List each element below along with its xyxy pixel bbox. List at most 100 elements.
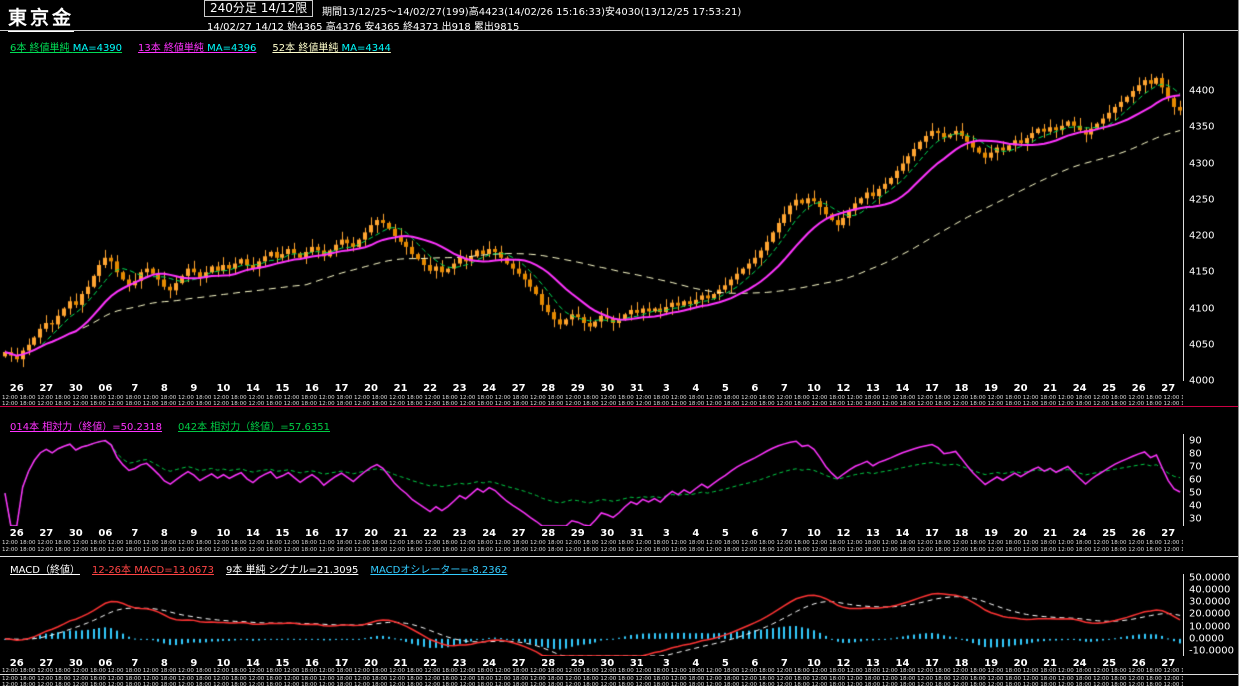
- legend-value: MA=4390: [72, 43, 123, 54]
- x-axis-day-label: 27: [511, 383, 526, 394]
- x-axis-day-label: 5: [721, 528, 729, 539]
- x-axis-day-label: 22: [423, 383, 438, 394]
- x-axis-day-label: 31: [629, 383, 644, 394]
- x-axis-day-label: 26: [9, 383, 24, 394]
- y-axis-label: 90: [1189, 435, 1202, 447]
- x-axis-day-label: 28: [541, 383, 556, 394]
- y-axis-label: 4250: [1189, 194, 1215, 206]
- x-axis-day-label: 12: [836, 383, 851, 394]
- x-axis-day-label: 28: [541, 528, 556, 539]
- period-high-low-info: 期間13/12/25～14/02/27(199)高4423(14/02/26 1…: [322, 7, 742, 18]
- y-axis-label: 10.0000: [1189, 621, 1231, 633]
- x-axis-day-label: 21: [1043, 383, 1058, 394]
- x-axis-day-label: 14: [245, 528, 260, 539]
- x-axis-day-label: 8: [160, 528, 168, 539]
- x-axis-day-label: 13: [866, 528, 880, 539]
- x-axis-day-label: 19: [984, 383, 999, 394]
- candlestick-chart-canvas[interactable]: [2, 33, 1183, 381]
- y-axis-label: 4200: [1189, 230, 1215, 242]
- y-axis-label: 50: [1189, 487, 1202, 499]
- x-axis-day-label: 22: [423, 528, 438, 539]
- x-axis-day-label: 23: [452, 528, 467, 539]
- rsi-panel: 014本 相対力（終値）=50.2318 042本 相対力（終値）=57.6351…: [0, 410, 1238, 558]
- x-axis-day-label: 06: [98, 528, 113, 539]
- x-axis-day-label: 13: [866, 383, 880, 394]
- legend-item: 6本 終値単純 MA=4390: [10, 43, 123, 54]
- x-axis-day-label: 18: [954, 528, 969, 539]
- ma-legend: 6本 終値単純 MA=4390 13本 終値単純 MA=4396 52本 終値単純 …: [10, 39, 391, 54]
- y-axis-label: 4400: [1189, 85, 1215, 97]
- x-axis-day-label: 10: [216, 528, 231, 539]
- y-axis-label: 60: [1189, 474, 1202, 486]
- y-axis-label: 30: [1189, 513, 1202, 525]
- x-axis-days: 26 27 30 06 7 8 9 10 14 15 16 17 20 21 22 23 24 27 28 29 30 3…: [2, 383, 1183, 394]
- x-axis-day-label: 21: [393, 383, 408, 394]
- x-axis-day-label: 27: [1161, 383, 1176, 394]
- x-axis-day-label: 17: [334, 528, 349, 539]
- legend-item: MACDオシレーター=-8.2362: [370, 565, 508, 576]
- panel-separator-red: [0, 406, 1238, 407]
- x-axis-day-label: 27: [511, 528, 526, 539]
- y-axis-label: 4050: [1189, 339, 1215, 351]
- y-axis-label: -10.0000: [1189, 645, 1234, 657]
- x-axis-day-label: 27: [39, 383, 54, 394]
- x-axis-day-label: 9: [190, 383, 198, 394]
- panel-separator: [0, 556, 1238, 557]
- x-axis-day-label: 20: [1013, 528, 1028, 539]
- legend-item: MACD（終値）: [10, 565, 80, 576]
- x-axis-day-label: 18: [954, 383, 969, 394]
- x-axis-day-label: 9: [190, 528, 198, 539]
- x-axis-day-label: 29: [570, 528, 585, 539]
- x-axis-day-label: 17: [334, 383, 349, 394]
- legend-item: 042本 相対力（終値）=57.6351: [178, 422, 330, 433]
- macd-panel: MACD（終値） 12-26本 MACD=13.0673 9本 単純 シグナル=21…: [0, 558, 1238, 686]
- x-axis-day-label: 7: [780, 383, 788, 394]
- x-axis-times: 12:00 18:00 12:00 18:00 12:00 18:00 12:0…: [2, 547, 1183, 553]
- price-axis: 4400 4350 4300 4250 4200 4150 4100 4050 4000: [1183, 33, 1238, 387]
- x-axis-day-label: 19: [984, 528, 999, 539]
- legend-item: 13本 終値単純 MA=4396: [138, 43, 257, 54]
- y-axis-label: 4100: [1189, 303, 1215, 314]
- x-axis-day-label: 27: [1161, 528, 1176, 539]
- x-axis-day-label: 26: [1131, 383, 1146, 394]
- x-axis-day-label: 24: [482, 383, 497, 394]
- y-axis-label: 4350: [1189, 121, 1215, 133]
- legend-item: 52本 終値単純 MA=4344: [272, 43, 391, 54]
- rsi-axis: 90 80 70 60 50 40 30: [1183, 434, 1238, 526]
- x-axis-day-label: 21: [1043, 528, 1058, 539]
- legend-item: 014本 相対力（終値）=50.2318: [10, 422, 162, 433]
- x-axis-day-label: 24: [1072, 528, 1087, 539]
- y-axis-label: 70: [1189, 461, 1202, 473]
- x-axis-day-label: 5: [721, 383, 729, 394]
- x-axis-day-label: 10: [216, 383, 231, 394]
- x-axis-day-label: 6: [751, 528, 759, 539]
- x-axis-day-label: 26: [9, 528, 24, 539]
- x-axis-day-label: 30: [68, 528, 83, 539]
- legend-value: MA=4344: [341, 43, 391, 54]
- timeframe-contract-box[interactable]: 240分足 14/12限: [204, 0, 314, 17]
- x-axis-days: 26 27 30 06 7 8 9 10 14 15 16 17 20 21 22 23 24 27 28 29 30 3…: [2, 528, 1183, 539]
- x-axis-day-label: 12: [836, 528, 851, 539]
- x-axis-times: 12:00 18:00 12:00 18:00 12:00 18:00 12:0…: [2, 682, 1183, 686]
- x-axis-day-label: 4: [692, 528, 700, 539]
- rsi-chart-canvas[interactable]: [2, 434, 1183, 526]
- x-axis-day-label: 14: [895, 528, 910, 539]
- x-axis-day-label: 23: [452, 383, 467, 394]
- x-axis-day-label: 24: [482, 528, 497, 539]
- legend-item: 12-26本 MACD=13.0673: [91, 565, 214, 576]
- y-axis-label: 20.0000: [1189, 608, 1231, 620]
- macd-chart-canvas[interactable]: [2, 574, 1183, 656]
- x-axis-day-label: 20: [364, 528, 379, 539]
- macd-axis: 50.0000 40.0000 30.0000 20.0000 10.0000 0.000…: [1183, 572, 1238, 657]
- y-axis-label: 30.0000: [1189, 596, 1231, 608]
- x-axis-day-label: 17: [925, 383, 939, 394]
- x-axis-day-label: 3: [662, 383, 670, 394]
- x-axis-day-label: 29: [570, 383, 585, 394]
- x-axis-day-label: 30: [600, 528, 615, 539]
- price-chart-panel: 4400 4350 4300 4250 4200 4150 4100 4050 4000 6本 …: [0, 31, 1238, 408]
- y-axis-label: 50.0000: [1189, 572, 1231, 584]
- x-axis-day-label: 10: [806, 383, 821, 394]
- y-axis-label: 40: [1189, 500, 1202, 512]
- x-axis-day-label: 25: [1102, 528, 1117, 539]
- x-axis-day-label: 3: [662, 528, 670, 539]
